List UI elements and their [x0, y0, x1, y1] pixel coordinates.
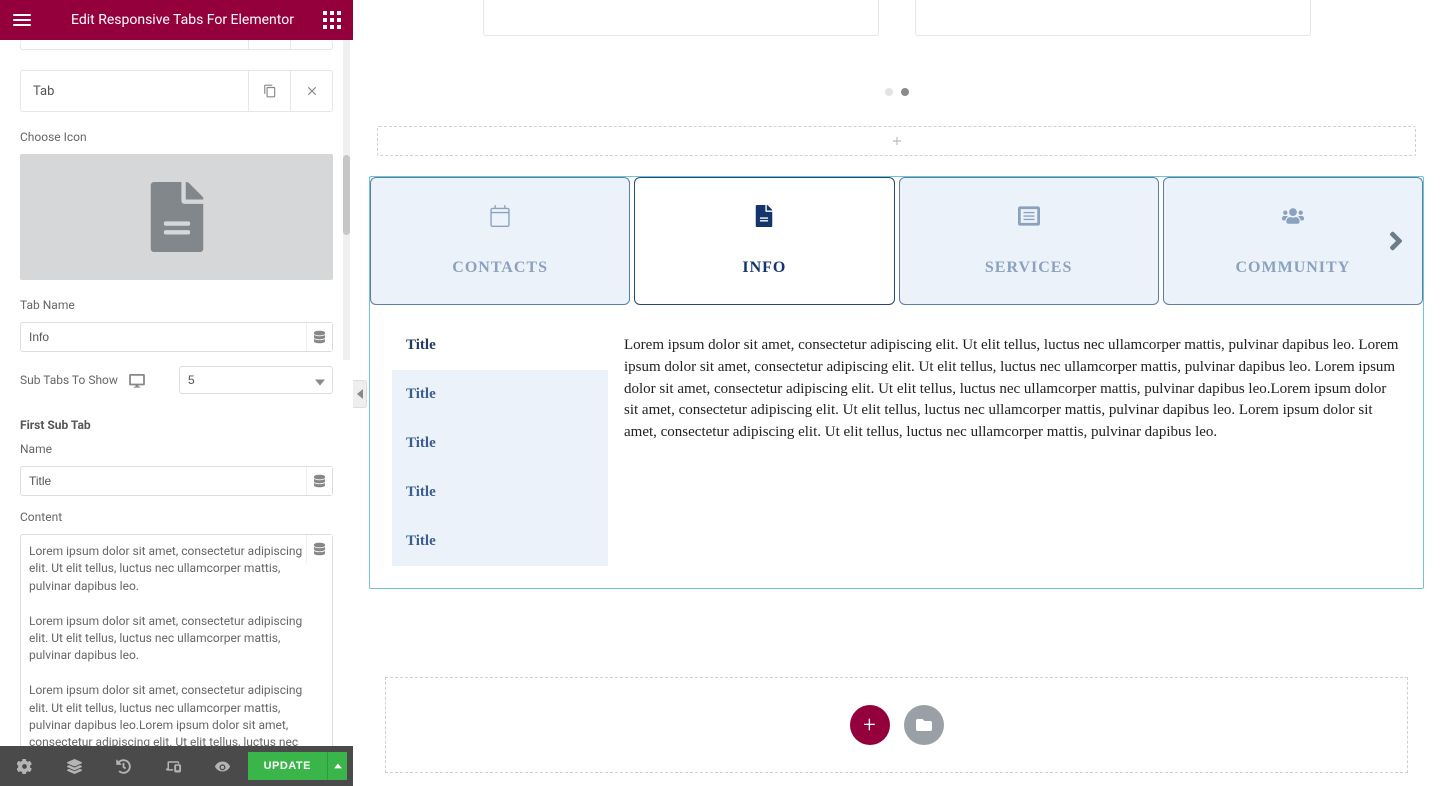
chevron-right-icon [1387, 226, 1405, 256]
panel-body: Tab Choose Icon Tab Name Sub Tabs To Sho… [0, 40, 353, 746]
close-icon [305, 84, 319, 98]
sub-tab[interactable]: Title [392, 370, 608, 419]
tab-row-label: Tab [21, 71, 248, 111]
card-placeholder [483, 0, 879, 36]
add-template-button[interactable] [904, 705, 944, 745]
chevron-left-icon [357, 389, 363, 399]
tab-repeater-row-partial [20, 40, 333, 50]
preview-canvas: CONTACTS INFO SERVICES COMMUNITY Title T… [353, 0, 1440, 786]
devices-icon [166, 759, 181, 774]
tab-label: COMMUNITY [1235, 259, 1350, 277]
dot-active[interactable] [901, 88, 909, 96]
duplicate-icon[interactable] [248, 40, 290, 49]
panel-scrollbar[interactable] [343, 40, 350, 360]
panel-title: Edit Responsive Tabs For Elementor [42, 12, 323, 28]
tab-name-input[interactable] [20, 322, 333, 352]
name-label: Name [20, 442, 333, 456]
settings-button[interactable] [0, 746, 50, 786]
panel-footer: UPDATE [0, 746, 353, 786]
content-label: Content [20, 510, 333, 524]
apps-grid-icon[interactable] [323, 11, 341, 29]
sub-tab[interactable]: Title [392, 517, 608, 566]
responsive-button[interactable] [149, 746, 199, 786]
panel-header: Edit Responsive Tabs For Elementor [0, 0, 353, 40]
layers-icon [67, 759, 82, 774]
responsive-tabs-widget[interactable]: CONTACTS INFO SERVICES COMMUNITY Title T… [369, 176, 1424, 589]
dynamic-tags-button[interactable] [306, 535, 332, 563]
add-section-button[interactable]: + [850, 705, 890, 745]
database-icon [314, 330, 325, 344]
tab-name-label: Tab Name [20, 298, 333, 312]
navigator-button[interactable] [50, 746, 100, 786]
dynamic-tags-button[interactable] [306, 467, 332, 495]
editor-panel: Edit Responsive Tabs For Elementor Tab C… [0, 0, 353, 786]
gear-icon [17, 759, 32, 774]
tab-contacts[interactable]: CONTACTS [370, 177, 630, 305]
update-button[interactable]: UPDATE [248, 752, 327, 780]
sub-tab[interactable]: Title [392, 468, 608, 517]
tab-label: INFO [742, 259, 786, 277]
eye-icon [215, 759, 230, 774]
tab-label: SERVICES [985, 259, 1072, 277]
subtab-name-input[interactable] [20, 466, 333, 496]
dot[interactable] [885, 88, 893, 96]
update-options-button[interactable] [327, 752, 347, 780]
history-button[interactable] [99, 746, 149, 786]
copy-icon [263, 84, 277, 98]
icon-picker[interactable] [20, 154, 333, 280]
first-sub-tab-heading: First Sub Tab [20, 418, 333, 432]
content-textarea[interactable]: Lorem ipsum dolor sit amet, consectetur … [20, 534, 333, 746]
folder-icon [915, 717, 933, 733]
remove-button[interactable] [290, 71, 332, 111]
list-icon [1018, 205, 1040, 231]
choose-icon-label: Choose Icon [20, 130, 333, 144]
plus-icon [890, 134, 904, 148]
users-icon [1282, 205, 1304, 231]
tabs-bar: CONTACTS INFO SERVICES COMMUNITY [370, 177, 1423, 305]
tab-content-text: Lorem ipsum dolor sit amet, consectetur … [624, 321, 1401, 566]
sub-tabs: Title Title Title Title Title [392, 321, 608, 566]
history-icon [116, 759, 131, 774]
card-placeholder [915, 0, 1311, 36]
duplicate-button[interactable] [248, 71, 290, 111]
sub-tabs-select[interactable]: 5 [179, 366, 333, 394]
sub-tab[interactable]: Title [392, 321, 608, 370]
preview-button[interactable] [198, 746, 248, 786]
dynamic-tags-button[interactable] [306, 323, 332, 351]
add-section-area[interactable]: + [385, 677, 1408, 773]
file-icon [753, 205, 775, 231]
database-icon [314, 542, 325, 556]
tab-services[interactable]: SERVICES [899, 177, 1159, 305]
calendar-icon [489, 205, 511, 231]
caret-up-icon [334, 763, 342, 769]
add-widget-dropzone[interactable] [377, 126, 1416, 156]
tab-label: CONTACTS [452, 259, 548, 277]
tabs-next-button[interactable] [1375, 216, 1417, 266]
caret-down-icon [315, 371, 325, 390]
carousel-dots [369, 88, 1424, 96]
tab-content: Title Title Title Title Title Lorem ipsu… [370, 305, 1423, 588]
hamburger-icon[interactable] [12, 10, 32, 30]
sub-tab[interactable]: Title [392, 419, 608, 468]
tab-repeater-row[interactable]: Tab [20, 70, 333, 112]
file-icon [149, 182, 205, 252]
tab-info[interactable]: INFO [634, 177, 894, 305]
desktop-icon[interactable] [128, 373, 146, 387]
top-cards-row [369, 0, 1424, 42]
sub-tabs-label: Sub Tabs To Show [20, 373, 118, 387]
database-icon [314, 474, 325, 488]
collapse-panel-button[interactable] [353, 380, 367, 408]
close-icon[interactable] [290, 40, 332, 49]
